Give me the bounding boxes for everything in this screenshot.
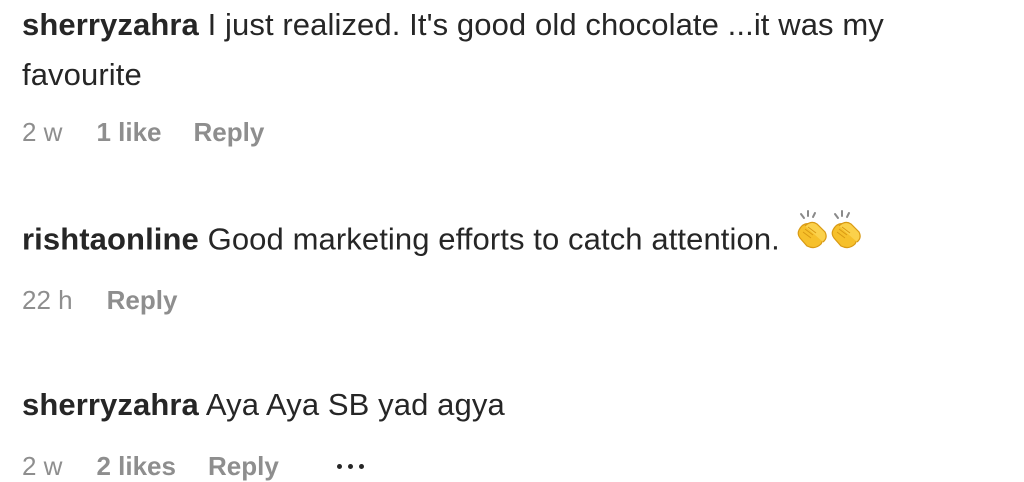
comment-text: Good marketing efforts to catch attentio… [198, 221, 789, 257]
comment-username[interactable]: sherryzahra [22, 7, 199, 42]
comment-timestamp[interactable]: 2 w [22, 116, 62, 148]
more-dot [358, 463, 364, 469]
comment-item: sherryzahra I just realized. It's good o… [22, 0, 1010, 160]
comment-body: rishtaonline Good marketing efforts to c… [22, 210, 1010, 271]
comment-meta: 2 w 1 like Reply [22, 116, 264, 148]
comment-body: sherryzahra Aya Aya SB yad agya [22, 380, 1010, 430]
comment-meta: 22 h Reply [22, 284, 177, 316]
reply-button[interactable]: Reply [107, 284, 178, 316]
reply-button[interactable]: Reply [194, 116, 265, 148]
comment-item: rishtaonline Good marketing efforts to c… [22, 210, 1010, 332]
comment-text: Aya Aya SB yad agya [198, 387, 505, 422]
comment-username[interactable]: sherryzahra [22, 387, 199, 422]
comment-timestamp[interactable]: 2 w [22, 450, 62, 482]
comment-username[interactable]: rishtaonline [22, 222, 199, 257]
comment-meta: 2 w 2 likes Reply [22, 450, 364, 482]
reply-button[interactable]: Reply [208, 450, 279, 482]
comment-item: sherryzahra Aya Aya SB yad agya 2 w 2 li… [22, 380, 1010, 481]
more-dot [336, 463, 342, 469]
more-dot [347, 463, 353, 469]
clapping-hands-icon [795, 208, 865, 267]
comment-body: sherryzahra I just realized. It's good o… [22, 0, 1010, 100]
comment-timestamp[interactable]: 22 h [22, 284, 73, 316]
comment-likes[interactable]: 2 likes [96, 450, 176, 482]
more-options-icon[interactable] [336, 450, 364, 482]
comment-likes[interactable]: 1 like [96, 116, 161, 148]
